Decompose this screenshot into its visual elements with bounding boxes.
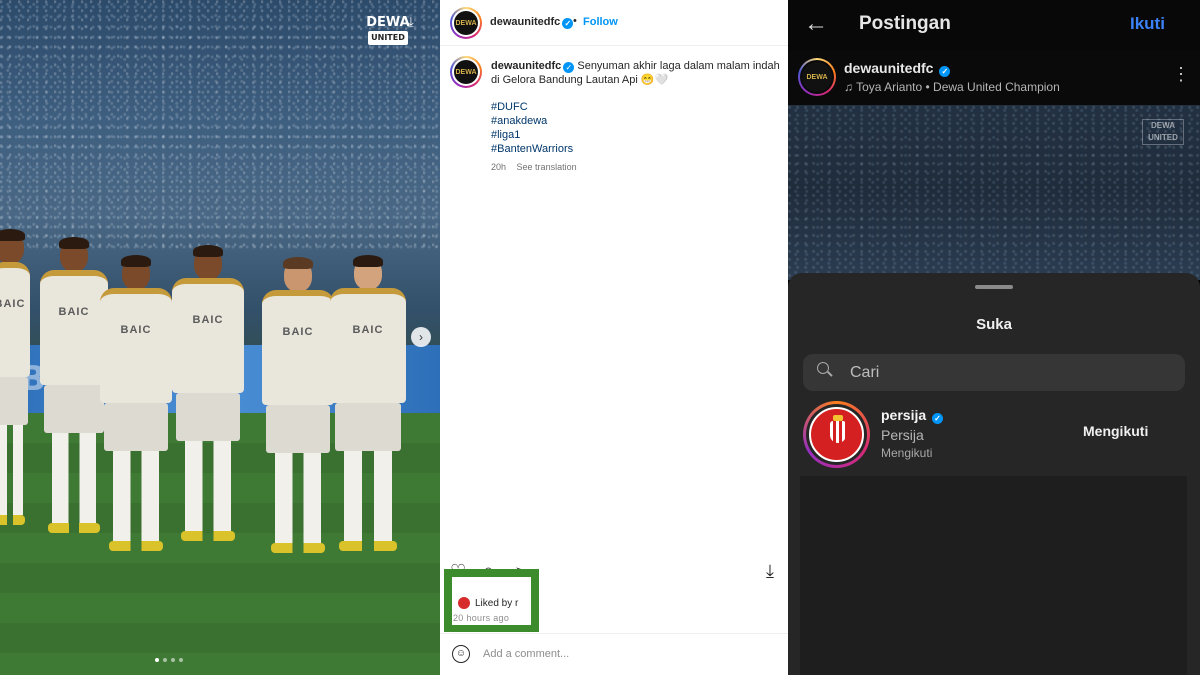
post-author-bar: DEWA dewaunitedfc ✓ ♫ Toya Arianto • Dew… xyxy=(788,50,1200,105)
search-input[interactable] xyxy=(850,360,1150,386)
liker-full-name: Persija xyxy=(881,427,924,443)
comment-bar: ☺ Add a comment... xyxy=(440,633,788,675)
hashtag-link[interactable]: #anakdewa xyxy=(491,114,573,128)
instagram-app-panel: ← Postingan Ikuti DEWA dewaunitedfc ✓ ♫ … xyxy=(788,0,1200,675)
download-icon[interactable]: ⤓ xyxy=(408,14,424,30)
liker-avatar xyxy=(457,596,471,610)
hashtag-list: #DUFC #anakdewa #liga1 #BantenWarriors xyxy=(491,100,573,156)
hashtag-link[interactable]: #liga1 xyxy=(491,128,573,142)
club-watermark-logo: DEWA UNITED xyxy=(1142,119,1184,145)
liker-row[interactable]: persija ✓ Persija Mengikuti Mengikuti xyxy=(788,398,1200,473)
liked-by-text: Liked by r xyxy=(475,597,519,609)
sheet-title: Suka xyxy=(976,316,1012,333)
username-link[interactable]: dewaunitedfc ✓ xyxy=(490,16,574,29)
carousel-dot xyxy=(163,658,167,662)
see-translation-link[interactable]: See translation xyxy=(517,162,577,172)
follow-button[interactable]: Ikuti xyxy=(1130,14,1165,34)
caption-text: dewaunitedfc ✓ Senyuman akhir laga dalam … xyxy=(491,59,791,87)
emoji-icon[interactable]: ☺ xyxy=(452,645,470,663)
carousel-dot xyxy=(179,658,183,662)
follow-button[interactable]: Follow xyxy=(583,16,618,28)
liker-username[interactable]: persija ✓ xyxy=(881,407,944,424)
dewa-logo-icon: DEWA xyxy=(454,11,478,35)
more-options-icon[interactable]: ⋮ xyxy=(1172,64,1190,85)
back-arrow-icon[interactable]: ← xyxy=(804,10,828,38)
caption-username[interactable]: dewaunitedfc xyxy=(491,60,561,72)
likes-bottom-sheet: Suka persija ✓ Persija Mengikuti Mengiku… xyxy=(788,273,1200,675)
post-age: 20h xyxy=(491,162,507,172)
avatar[interactable] xyxy=(803,401,870,468)
comment-input[interactable]: Add a comment... xyxy=(483,648,569,660)
club-watermark-logo: DEWA UNITED xyxy=(362,16,414,50)
verified-badge-icon: ✓ xyxy=(932,413,944,424)
team-players xyxy=(0,229,440,553)
hashtag-link[interactable]: #BantenWarriors xyxy=(491,142,573,156)
carousel-next-button[interactable]: › xyxy=(411,327,431,347)
carousel-dots xyxy=(155,658,183,662)
avatar[interactable]: DEWA xyxy=(798,58,836,96)
save-icon[interactable]: ⤓ xyxy=(766,560,788,582)
hashtag-link[interactable]: #DUFC xyxy=(491,100,573,114)
caption-meta: 20h See translation xyxy=(491,162,577,172)
instagram-web-post-panel: DEWA dewaunitedfc ✓ • Follow DEWA dewauni… xyxy=(440,0,788,675)
following-button[interactable]: Mengikuti xyxy=(1083,423,1148,439)
liker-follow-status: Mengikuti xyxy=(881,446,933,460)
post-timestamp: 20 hours ago xyxy=(453,613,510,623)
app-top-bar: ← Postingan Ikuti xyxy=(788,0,1200,50)
verified-badge-icon: ✓ xyxy=(562,18,574,29)
caption-avatar[interactable]: DEWA xyxy=(450,56,482,88)
author-username[interactable]: dewaunitedfc ✓ xyxy=(844,60,951,77)
dewa-logo-icon: DEWA xyxy=(802,62,832,92)
dewa-logo-icon: DEWA xyxy=(454,60,478,84)
verified-badge-icon: ✓ xyxy=(939,66,951,77)
sheet-drag-handle[interactable] xyxy=(975,285,1013,289)
post-photo[interactable]: BI DEWA UNITED ⤓ › xyxy=(0,0,440,675)
carousel-dot xyxy=(155,658,159,662)
separator-dot: • xyxy=(573,15,577,27)
search-icon xyxy=(817,362,833,378)
post-header: DEWA dewaunitedfc ✓ • Follow xyxy=(440,0,788,46)
music-note-icon: ♫ xyxy=(844,80,853,94)
avatar[interactable]: DEWA xyxy=(450,7,482,39)
persija-logo-icon xyxy=(809,407,864,462)
liked-by[interactable]: Liked by r xyxy=(457,596,518,610)
search-bar xyxy=(803,354,1185,391)
page-title: Postingan xyxy=(859,13,951,34)
carousel-dot xyxy=(171,658,175,662)
empty-list-area xyxy=(800,476,1187,675)
verified-badge-icon: ✓ xyxy=(563,62,575,73)
music-label[interactable]: ♫ Toya Arianto • Dewa United Champion xyxy=(844,80,1060,94)
post-photo-background: DEWA UNITED xyxy=(788,105,1200,280)
